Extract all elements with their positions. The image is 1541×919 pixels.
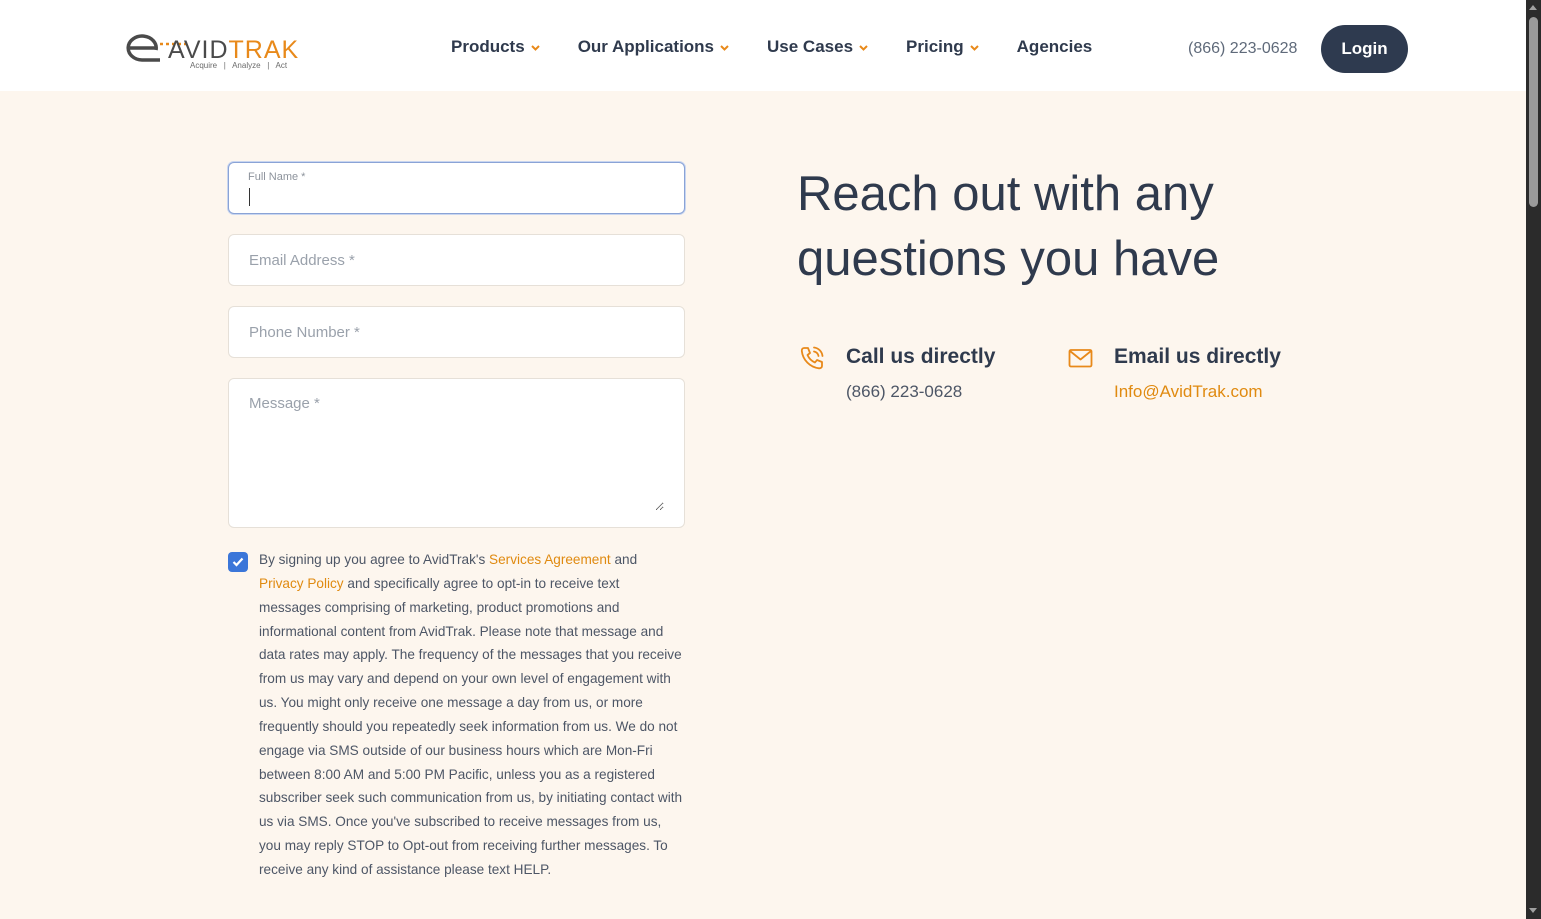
page-scrollbar[interactable] — [1526, 0, 1541, 919]
phone-field[interactable] — [249, 323, 664, 341]
text-caret — [249, 188, 250, 206]
avidtrak-logo[interactable]: AVIDTRAK Acquire | Analyze | Act — [120, 24, 320, 74]
consent-checkbox[interactable] — [228, 552, 248, 572]
privacy-policy-link[interactable]: Privacy Policy — [259, 576, 344, 591]
main-nav: Products Our Applications Use Cases Pric… — [451, 37, 1130, 57]
logo-tagline: Acquire | Analyze | Act — [190, 61, 288, 70]
contact-headline: Reach out with any questions you have — [797, 162, 1357, 292]
chevron-down-icon — [859, 45, 868, 51]
headline-line-1: Reach out with any — [797, 167, 1214, 221]
email-field-wrapper — [228, 234, 685, 286]
chevron-down-icon — [720, 45, 729, 51]
message-field-wrapper — [228, 378, 685, 528]
call-us-phone-link[interactable]: (866) 223-0628 — [846, 382, 962, 402]
email-us-link[interactable]: Info@AvidTrak.com — [1114, 382, 1263, 402]
email-field[interactable] — [249, 251, 664, 269]
nav-item-agencies[interactable]: Agencies — [1017, 37, 1093, 57]
nav-item-label: Use Cases — [767, 37, 854, 56]
headline-line-2: questions you have — [797, 232, 1220, 286]
nav-item-use-cases[interactable]: Use Cases — [767, 37, 868, 57]
scroll-up-arrow-icon[interactable] — [1529, 5, 1537, 10]
message-field[interactable] — [249, 395, 664, 511]
nav-item-products[interactable]: Products — [451, 37, 540, 57]
chevron-down-icon — [969, 45, 979, 51]
nav-item-label: Products — [451, 37, 525, 56]
services-agreement-link[interactable]: Services Agreement — [489, 552, 611, 567]
chevron-down-icon — [530, 45, 540, 51]
consent-text-and: and — [610, 552, 638, 567]
nav-item-our-applications[interactable]: Our Applications — [578, 37, 729, 57]
nav-item-pricing[interactable]: Pricing — [906, 37, 979, 57]
scrollbar-thumb[interactable] — [1529, 17, 1538, 207]
nav-item-label: Our Applications — [577, 37, 715, 56]
checkmark-icon — [232, 557, 244, 567]
logo-word-trak: TRAK — [228, 36, 300, 64]
site-header: AVIDTRAK Acquire | Analyze | Act Product… — [0, 0, 1526, 91]
header-phone-link[interactable]: (866) 223-0628 — [1188, 40, 1297, 58]
consent-text: By signing up you agree to AvidTrak's Se… — [259, 548, 684, 882]
mail-icon — [1068, 349, 1093, 368]
scroll-down-arrow-icon[interactable] — [1529, 908, 1537, 913]
login-button[interactable]: Login — [1321, 25, 1408, 73]
consent-text-rest: and specifically agree to opt-in to rece… — [259, 575, 683, 877]
consent-text-start: By signing up you agree to AvidTrak's — [259, 552, 490, 567]
phone-field-wrapper — [228, 306, 685, 358]
logo-word-avid: AVID — [168, 36, 229, 64]
full-name-field[interactable]: Full Name * — [228, 162, 685, 214]
nav-item-label: Agencies — [1016, 37, 1093, 56]
phone-icon — [800, 346, 824, 370]
email-us-title: Email us directly — [1114, 345, 1281, 368]
full-name-label: Full Name * — [248, 171, 306, 183]
nav-item-label: Pricing — [906, 37, 964, 56]
call-us-title: Call us directly — [846, 345, 996, 368]
